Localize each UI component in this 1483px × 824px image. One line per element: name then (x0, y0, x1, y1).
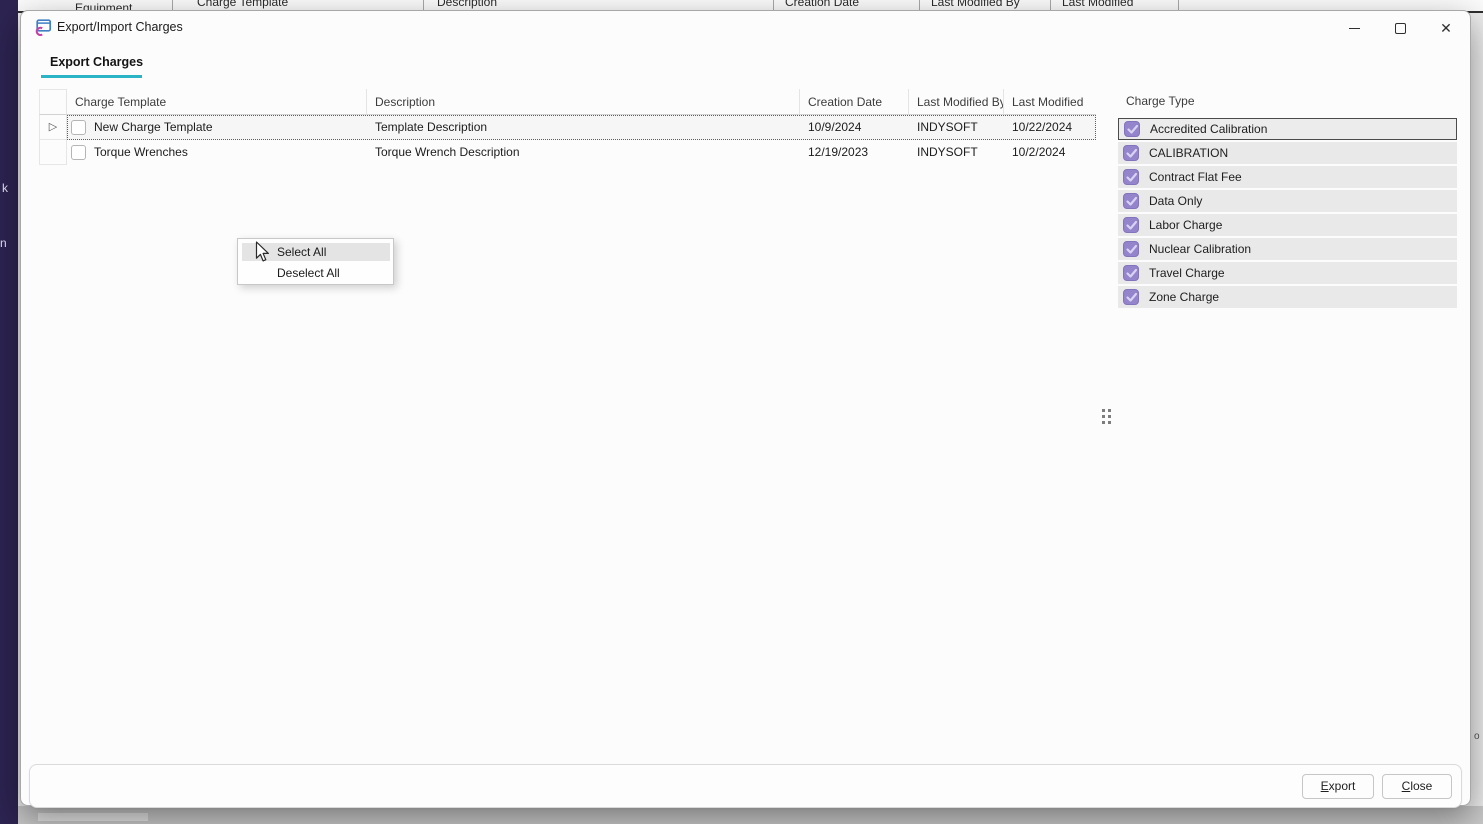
minimize-icon (1349, 28, 1360, 29)
app-window-icon (34, 19, 52, 36)
checked-checkbox-icon[interactable] (1123, 145, 1139, 161)
row-template-cell: New Charge Template (67, 115, 367, 140)
bg-sidebar-text-fragment: n (0, 236, 7, 250)
tab-active-underline (41, 75, 142, 78)
row-template-cell: Torque Wrenches (67, 140, 367, 165)
row-creation-date-cell: 12/19/2023 (800, 140, 909, 165)
row-description-cell: Template Description (367, 115, 800, 140)
col-header-creation-date[interactable]: Creation Date (800, 89, 909, 115)
row-template-text: New Charge Template (94, 115, 213, 140)
grip-dot (1108, 415, 1111, 418)
charge-type-item-label: Labor Charge (1149, 218, 1222, 232)
col-header-charge-template[interactable]: Charge Template (67, 89, 367, 115)
row-description-cell: Torque Wrench Description (367, 140, 800, 165)
charge-type-item-label: Data Only (1149, 194, 1202, 208)
charge-type-item-label: CALIBRATION (1149, 146, 1228, 160)
charge-type-item[interactable]: Labor Charge (1118, 214, 1457, 236)
table-header-row: Charge Template Description Creation Dat… (39, 89, 1096, 115)
mouse-cursor-icon (255, 241, 270, 268)
tab-export-charges[interactable]: Export Charges (50, 55, 143, 69)
charge-type-item[interactable]: Data Only (1118, 190, 1457, 212)
row-checkbox[interactable] (71, 145, 86, 160)
close-button[interactable]: ✕ (1423, 12, 1469, 44)
grip-dot (1108, 409, 1111, 412)
grip-dot (1102, 421, 1105, 424)
row-last-modified-cell: 10/2/2024 (1004, 140, 1096, 165)
col-header-last-modified[interactable]: Last Modified (1004, 89, 1096, 115)
row-header-cell (39, 140, 67, 165)
background-scrollbar-thumb (38, 813, 148, 821)
checked-checkbox-icon[interactable] (1123, 169, 1139, 185)
close-button-label-rest: lose (1410, 779, 1432, 793)
checked-checkbox-icon[interactable] (1124, 121, 1140, 137)
table-body-row-wrap: Torque Wrenches Torque Wrench Descriptio… (39, 140, 1096, 165)
grip-dot (1102, 415, 1105, 418)
row-creation-date-cell: 10/9/2024 (800, 115, 909, 140)
grip-dot (1108, 421, 1111, 424)
charge-type-item[interactable]: Contract Flat Fee (1118, 166, 1457, 188)
charge-type-list: Accredited Calibration CALIBRATION Contr… (1118, 118, 1457, 310)
charge-type-item[interactable]: CALIBRATION (1118, 142, 1457, 164)
charge-template-table: Charge Template Description Creation Dat… (39, 89, 1096, 165)
bg-col-description: Description (437, 0, 497, 9)
charge-type-item-label: Travel Charge (1149, 266, 1225, 280)
expander-triangle-icon: ▷ (49, 121, 57, 133)
table-body-row-wrap: ▷ New Charge Template Template Descripti… (39, 115, 1096, 140)
close-dialog-button[interactable]: Close (1382, 774, 1452, 799)
minimize-button[interactable] (1331, 12, 1377, 44)
table-row[interactable]: New Charge Template Template Description… (67, 115, 1096, 140)
export-button-mnemonic: E (1321, 779, 1329, 793)
grip-dot (1102, 409, 1105, 412)
row-last-modified-by-cell: INDYSOFT (909, 140, 1004, 165)
charge-type-item-label: Accredited Calibration (1150, 122, 1267, 136)
maximize-button[interactable] (1377, 12, 1423, 44)
table-row[interactable]: Torque Wrenches Torque Wrench Descriptio… (67, 140, 1096, 165)
checked-checkbox-icon[interactable] (1123, 289, 1139, 305)
charge-type-item-label: Nuclear Calibration (1149, 242, 1251, 256)
export-button-label-rest: xport (1329, 779, 1356, 793)
export-import-charges-dialog: Export/Import Charges ✕ Export Charges C… (20, 10, 1471, 806)
background-bottom-strip (18, 806, 1483, 824)
charge-type-item-label: Contract Flat Fee (1149, 170, 1242, 184)
col-header-description[interactable]: Description (367, 89, 800, 115)
row-header-corner (39, 89, 67, 115)
splitter-grip[interactable] (1102, 409, 1111, 424)
checked-checkbox-icon[interactable] (1123, 217, 1139, 233)
dialog-title: Export/Import Charges (57, 20, 183, 34)
screen: { "window": { "title": "Export/Import Ch… (0, 0, 1483, 824)
row-expander[interactable]: ▷ (39, 115, 67, 140)
dialog-titlebar[interactable]: Export/Import Charges ✕ (21, 11, 1470, 45)
export-button[interactable]: Export (1302, 774, 1374, 799)
charge-type-item-label: Zone Charge (1149, 290, 1219, 304)
row-last-modified-by-cell: INDYSOFT (909, 115, 1004, 140)
checked-checkbox-icon[interactable] (1123, 265, 1139, 281)
charge-type-item[interactable]: Zone Charge (1118, 286, 1457, 308)
checked-checkbox-icon[interactable] (1123, 241, 1139, 257)
charge-type-label: Charge Type (1126, 94, 1195, 108)
charge-type-item[interactable]: Travel Charge (1118, 262, 1457, 284)
row-template-text: Torque Wrenches (94, 140, 188, 165)
maximize-icon (1395, 23, 1406, 34)
bg-col-last-modified: Last Modified (1062, 0, 1133, 9)
checked-checkbox-icon[interactable] (1123, 193, 1139, 209)
col-header-last-modified-by[interactable]: Last Modified By (909, 89, 1004, 115)
row-last-modified-cell: 10/22/2024 (1004, 115, 1096, 140)
bg-col-last-modified-by: Last Modified By (931, 0, 1020, 9)
bg-edge-glyph: o (1474, 731, 1480, 742)
row-checkbox[interactable] (71, 120, 86, 135)
bg-col-charge-template: Charge Template (197, 0, 288, 9)
bg-col-creation-date: Creation Date (785, 0, 859, 9)
dialog-footer: Export Close (29, 764, 1462, 808)
charge-type-item[interactable]: Accredited Calibration (1118, 118, 1457, 140)
charge-type-item[interactable]: Nuclear Calibration (1118, 238, 1457, 260)
background-sidebar: k n (0, 0, 18, 824)
bg-sidebar-text-fragment: k (2, 181, 8, 195)
close-icon: ✕ (1440, 21, 1452, 35)
